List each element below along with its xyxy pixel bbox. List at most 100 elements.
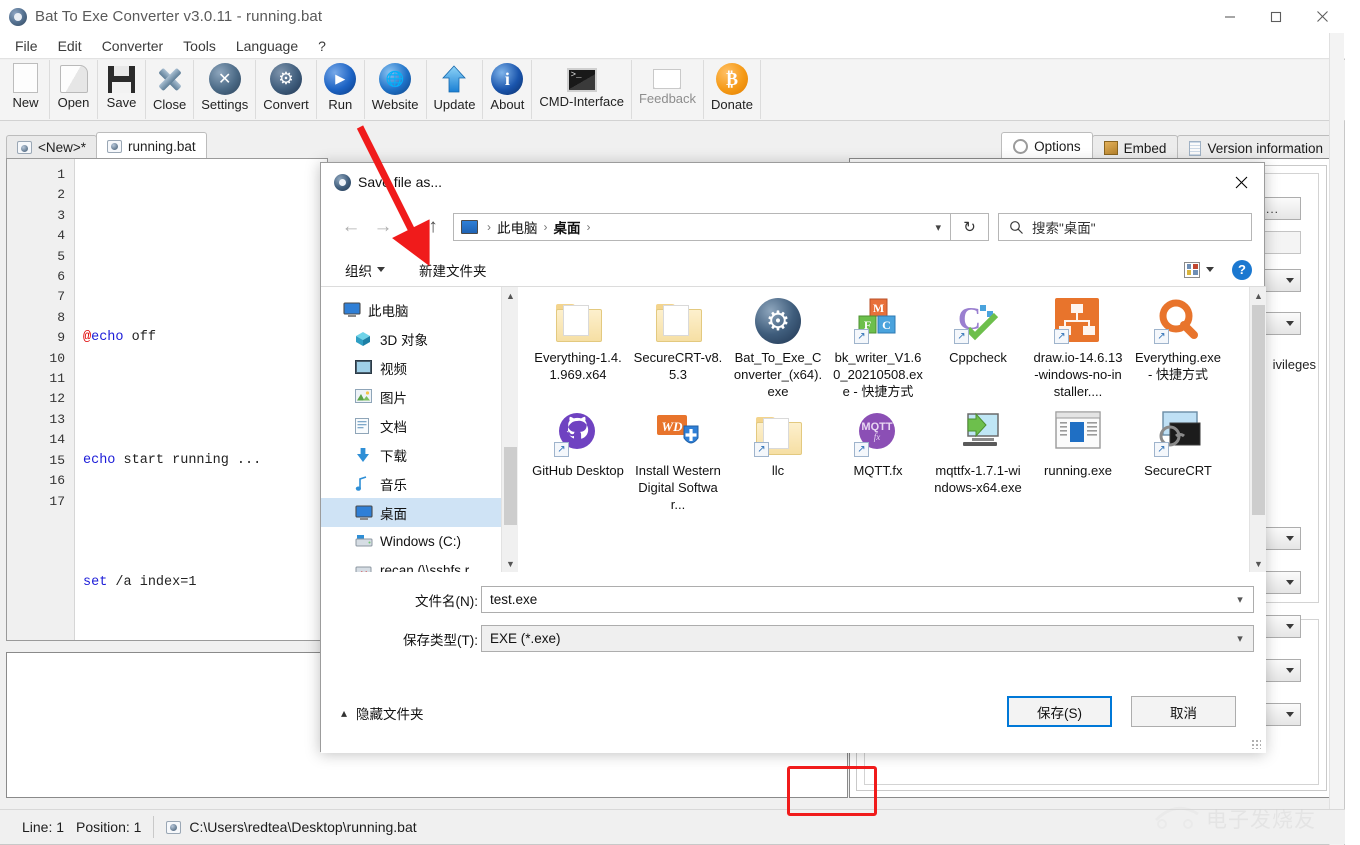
filetype-select[interactable]: EXE (*.exe) ▾ [481, 625, 1254, 652]
back-arrow-icon[interactable]: ← [335, 211, 367, 243]
window-scroll-edge[interactable] [1329, 33, 1344, 845]
file-item[interactable]: mqttfx-1.7.1-windows-x64.exe [928, 408, 1028, 521]
breadcrumb-separator: › [543, 220, 548, 234]
tree-item-3d-objects[interactable]: 3D 对象 [321, 324, 501, 353]
tree-item-desktop[interactable]: 桌面 [321, 498, 501, 527]
toolbar-run-button[interactable]: ▶ Run [317, 60, 365, 119]
forward-arrow-icon[interactable]: → [367, 211, 399, 243]
menu-converter[interactable]: Converter [93, 36, 172, 56]
file-item[interactable]: ↗ Everything.exe - 快捷方式 [1128, 295, 1228, 408]
maximize-button[interactable] [1253, 0, 1299, 33]
tab-version-information[interactable]: Version information [1177, 135, 1335, 160]
up-arrow-icon[interactable]: ↑ [417, 211, 449, 243]
file-item[interactable]: ⚙ Bat_To_Exe_Converter_(x64).exe [728, 295, 828, 408]
new-folder-button[interactable]: 新建文件夹 [409, 256, 497, 284]
tree-scrollbar-thumb[interactable] [504, 447, 517, 525]
toolbar-update-button[interactable]: Update [427, 60, 484, 119]
code-editor[interactable]: 1 2 3 4 5 6 7 8 9 10 11 12 13 14 15 16 1… [6, 158, 328, 641]
breadcrumb-this-pc[interactable]: 此电脑 [496, 217, 539, 237]
file-item[interactable]: C ↗ Cppcheck [928, 295, 1028, 408]
toolbar-cmd-interface-button[interactable]: CMD-Interface [532, 60, 632, 119]
save-button[interactable]: 保存(S) [1007, 696, 1112, 727]
file-item[interactable]: SecureCRT-v8.5.3 [628, 295, 728, 408]
file-list[interactable]: Everything-1.4.1.969.x64 SecureCRT-v8.5.… [518, 287, 1249, 572]
line-number: 14 [49, 432, 65, 448]
toolbar-settings-button[interactable]: ✕ Settings [194, 60, 257, 119]
play-icon: ▶ [324, 63, 357, 95]
toolbar-open-button[interactable]: Open [50, 60, 98, 119]
close-button[interactable] [1299, 0, 1345, 33]
toolbar-convert-button[interactable]: ⚙ Convert [256, 60, 317, 119]
tree-item-pictures[interactable]: 图片 [321, 382, 501, 411]
dialog-close-button[interactable] [1219, 163, 1264, 201]
toolbar-donate-button[interactable]: ₿ Donate [704, 60, 761, 119]
chevron-down-icon [377, 267, 385, 272]
dialog-footer: 文件名(N): test.exe ▾ 保存类型(T): EXE (*.exe) … [321, 572, 1266, 753]
chevron-down-icon[interactable]: ▾ [1227, 632, 1253, 645]
tree-scrollbar[interactable]: ▲ ▼ [501, 287, 518, 572]
tree-item-label: 图片 [380, 390, 407, 406]
file-item[interactable]: running.exe [1028, 408, 1128, 521]
file-item[interactable]: M F C ↗ bk_writer_V1.60_20210508.exe - 快… [828, 295, 928, 408]
line-number: 12 [49, 391, 65, 407]
filename-input[interactable]: test.exe ▾ [481, 586, 1254, 613]
file-item[interactable]: ↗ GitHub Desktop [528, 408, 628, 521]
hide-folders-toggle[interactable]: ▴ 隐藏文件夹 [341, 703, 424, 723]
address-bar[interactable]: › 此电脑 › 桌面 › ▾ [453, 213, 951, 241]
toolbar-about-button[interactable]: i About [483, 60, 533, 119]
menu-file[interactable]: File [6, 36, 47, 56]
file-scrollbar-thumb[interactable] [1252, 305, 1265, 515]
new-file-icon [13, 63, 38, 93]
breadcrumb-desktop[interactable]: 桌面 [553, 217, 582, 237]
organize-button[interactable]: 组织 [335, 256, 395, 284]
toolbar-save-button[interactable]: Save [98, 60, 146, 119]
tree-item-music[interactable]: 音乐 [321, 469, 501, 498]
menu-tools[interactable]: Tools [174, 36, 225, 56]
tree-item-videos[interactable]: 视频 [321, 353, 501, 382]
file-item[interactable]: ↗ SecureCRT [1128, 408, 1228, 521]
search-input[interactable]: 搜索"桌面" [998, 213, 1252, 241]
scroll-up-icon[interactable]: ▲ [1250, 287, 1267, 304]
file-item[interactable]: WD Install Western Digital Softwar... [628, 408, 728, 521]
editor-tab-running-bat[interactable]: running.bat [96, 132, 207, 159]
tree-item-downloads[interactable]: 下载 [321, 440, 501, 469]
refresh-icon[interactable]: ↻ [951, 213, 989, 241]
file-list-scrollbar[interactable]: ▲ ▼ [1249, 287, 1266, 572]
scroll-down-icon[interactable]: ▼ [1250, 555, 1267, 572]
recent-locations-icon[interactable]: ▾ [399, 211, 417, 243]
tree-item-windows-c[interactable]: Windows (C:) [321, 527, 501, 556]
toolbar-feedback-button[interactable]: Feedback [632, 60, 705, 119]
folder-icon [654, 297, 702, 345]
help-icon[interactable]: ? [1232, 259, 1252, 280]
chevron-down-icon[interactable]: ▾ [926, 221, 950, 234]
menu-help[interactable]: ? [309, 36, 335, 56]
menu-language[interactable]: Language [227, 36, 307, 56]
tree-item-documents[interactable]: 文档 [321, 411, 501, 440]
chevron-down-icon [1286, 536, 1294, 541]
downloads-icon [355, 447, 373, 463]
scroll-down-icon[interactable]: ▼ [502, 555, 519, 572]
tab-embed[interactable]: Embed [1091, 135, 1179, 160]
tree-item-network-drive[interactable]: recan (\\sshfs r [321, 556, 501, 572]
toolbar-website-button[interactable]: 🌐 Website [365, 60, 427, 119]
toolbar-feedback-label: Feedback [638, 91, 697, 106]
menu-edit[interactable]: Edit [49, 36, 91, 56]
minimize-button[interactable] [1207, 0, 1253, 33]
tab-options[interactable]: Options [1001, 132, 1093, 160]
resize-grip[interactable] [1251, 739, 1261, 749]
toolbar-close-button[interactable]: Close [146, 60, 195, 119]
toolbar-website-label: Website [371, 97, 419, 112]
scroll-up-icon[interactable]: ▲ [502, 287, 519, 304]
code-text-area[interactable]: @echo off echo start running ... set /a … [75, 159, 327, 640]
editor-tab-new[interactable]: <New>* [6, 135, 98, 159]
file-item[interactable]: ↗ llc [728, 408, 828, 521]
chevron-down-icon[interactable]: ▾ [1227, 593, 1253, 606]
tab-version-info-label: Version information [1207, 140, 1323, 156]
toolbar-new-button[interactable]: New [2, 60, 50, 119]
cancel-button[interactable]: 取消 [1131, 696, 1236, 727]
file-item[interactable]: MQTT fx ↗ MQTT.fx [828, 408, 928, 521]
file-item[interactable]: Everything-1.4.1.969.x64 [528, 295, 628, 408]
file-item[interactable]: ↗ draw.io-14.6.13-windows-no-installer..… [1028, 295, 1128, 408]
view-options-button[interactable] [1176, 259, 1222, 281]
tree-item-this-pc[interactable]: 此电脑 [321, 295, 501, 324]
